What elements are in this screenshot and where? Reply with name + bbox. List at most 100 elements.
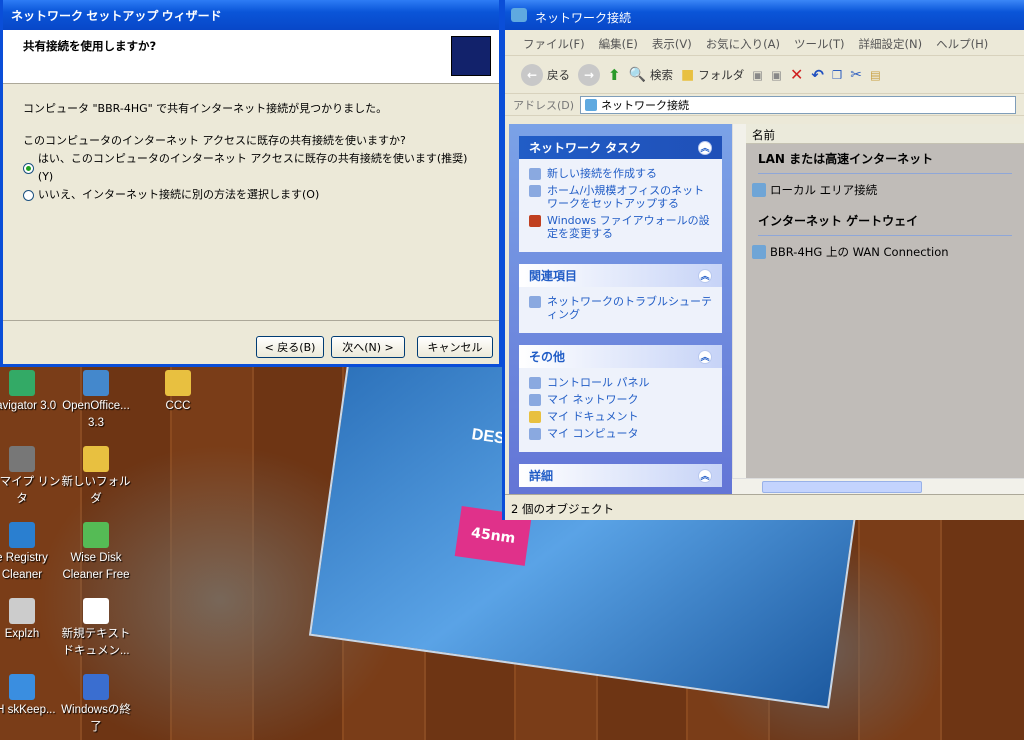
column-header-name[interactable]: 名前	[746, 124, 1024, 144]
menu-favorites[interactable]: お気に入り(A)	[706, 36, 780, 51]
menu-bar: ファイル(F) 編集(E) 表示(V) お気に入り(A) ツール(T) 詳細設定…	[505, 30, 1024, 56]
related-troubleshooting[interactable]: ネットワークのトラブルシューティング	[529, 295, 712, 321]
home-network-icon	[529, 185, 541, 197]
other-control-panel[interactable]: コントロール パネル	[529, 376, 712, 389]
network-tasks-header[interactable]: ネットワーク タスク ︽	[519, 136, 722, 159]
wizard-heading: 共有接続を使用しますか?	[23, 39, 157, 53]
address-bar: アドレス(D) ネットワーク接続	[505, 94, 1024, 116]
folders-button[interactable]: ■ フォルダ	[681, 67, 744, 83]
found-connection-text: コンピュータ "BBR-4HG" で共有インターネット接続が見つかりました。	[23, 102, 388, 115]
forward-toolbar-button[interactable]: →	[578, 63, 600, 86]
menu-help[interactable]: ヘルプ(H)	[936, 36, 988, 51]
undo-icon: ↶	[811, 65, 824, 84]
scrollbar-thumb[interactable]	[762, 481, 922, 493]
group-lan: LAN または高速インターネット	[758, 152, 934, 166]
search-button[interactable]: 🔍 検索	[629, 67, 673, 83]
cancel-button[interactable]: キャンセル	[417, 336, 493, 358]
up-arrow-icon: ⬆	[608, 65, 621, 84]
task-create-connection[interactable]: 新しい接続を作成する	[529, 167, 712, 180]
collapse-chevron-icon[interactable]: ︽	[698, 140, 712, 155]
network-wizard-icon	[451, 36, 491, 76]
cut-button[interactable]: ✂	[850, 67, 862, 83]
expand-chevron-icon[interactable]: ︽	[698, 468, 712, 483]
lan-connection-icon	[752, 183, 766, 197]
option-yes-radio[interactable]: はい、このコンピュータのインターネット アクセスに既存の共有接続を使います(推奨…	[23, 150, 479, 186]
paste-button[interactable]: ▤	[870, 68, 881, 82]
my-network-icon	[529, 394, 541, 406]
other-my-documents[interactable]: マイ ドキュメント	[529, 410, 712, 423]
option-no-radio[interactable]: いいえ、インターネット接続に別の方法を選択します(O)	[23, 186, 479, 204]
network-connections-icon	[511, 8, 527, 22]
up-folder-button[interactable]: ⬆	[608, 66, 621, 84]
menu-view[interactable]: 表示(V)	[652, 36, 692, 51]
my-computer-icon	[529, 428, 541, 440]
desktop-icon-explzh[interactable]: Explzh	[0, 598, 62, 643]
connection-local-area[interactable]: ローカル エリア接続	[746, 174, 1024, 206]
other-my-computer[interactable]: マイ コンピュータ	[529, 427, 712, 440]
connection-wan[interactable]: BBR-4HG 上の WAN Connection	[746, 236, 1024, 268]
desktop-icon-printer[interactable]: on マイプ リンタ	[0, 446, 62, 508]
other-places-header[interactable]: その他 ︽	[519, 345, 722, 368]
toolbar: ← 戻る → ⬆ 🔍 検索 ■ フォルダ ▣ ▣ ✕ ↶ ❐ ✂ ▤	[505, 56, 1024, 94]
desktop-icon-registry-cleaner[interactable]: e Registry Cleaner	[0, 522, 62, 584]
group-gateway: インターネット ゲートウェイ	[758, 214, 919, 228]
details-header[interactable]: 詳細 ︽	[519, 464, 722, 487]
status-bar: 2 個のオブジェクト	[505, 494, 1024, 520]
folder-icon: ■	[681, 66, 695, 83]
related-topics-panel: 関連項目 ︽ ネットワークのトラブルシューティング	[519, 264, 722, 333]
explorer-title-bar[interactable]: ネットワーク接続	[505, 0, 1024, 30]
delete-button[interactable]: ✕	[790, 65, 803, 84]
radio-dot-icon[interactable]	[23, 189, 34, 201]
task-firewall-settings[interactable]: Windows ファイアウォールの設定を変更する	[529, 214, 712, 240]
search-icon: 🔍	[628, 66, 647, 83]
task-setup-home-network[interactable]: ホーム/小規模オフィスのネットワークをセットアップする	[529, 184, 712, 210]
menu-edit[interactable]: 編集(E)	[599, 36, 638, 51]
gateway-connection-icon	[752, 245, 766, 259]
network-tasks-panel: ネットワーク タスク ︽ 新しい接続を作成する ホーム/小規模オフィスのネットワー…	[519, 136, 722, 252]
copy-to-button[interactable]: ▣	[771, 68, 782, 82]
back-arrow-icon: ←	[521, 63, 543, 86]
new-connection-icon	[529, 168, 541, 180]
forward-arrow-icon: →	[578, 63, 600, 86]
next-button[interactable]: 次へ(N) >	[331, 336, 405, 358]
copy-icon: ❐	[831, 67, 843, 82]
menu-file[interactable]: ファイル(F)	[523, 36, 585, 51]
wizard-body: コンピュータ "BBR-4HG" で共有インターネット接続が見つかりました。 こ…	[3, 84, 499, 220]
desktop-icon-openoffice[interactable]: OpenOffice... 3.3	[56, 370, 136, 432]
menu-advanced[interactable]: 詳細設定(N)	[859, 36, 923, 51]
related-topics-header[interactable]: 関連項目 ︽	[519, 264, 722, 287]
copy-button[interactable]: ❐	[832, 68, 842, 82]
network-connections-small-icon	[585, 98, 598, 111]
scissors-icon: ✂	[850, 66, 863, 83]
address-label: アドレス(D)	[513, 98, 575, 112]
task-pane: ネットワーク タスク ︽ 新しい接続を作成する ホーム/小規模オフィスのネットワー…	[509, 124, 732, 494]
control-panel-icon	[529, 377, 541, 389]
delete-x-icon: ✕	[790, 65, 804, 84]
menu-tools[interactable]: ツール(T)	[794, 36, 845, 51]
back-toolbar-button[interactable]: ← 戻る	[521, 63, 570, 86]
collapse-chevron-icon[interactable]: ︽	[698, 349, 712, 364]
collapse-chevron-icon[interactable]: ︽	[698, 268, 712, 283]
undo-button[interactable]: ↶	[811, 66, 824, 84]
wizard-title-bar[interactable]: ネットワーク セットアップ ウィザード	[3, 0, 499, 30]
list-horizontal-scrollbar[interactable]	[732, 478, 1024, 494]
desktop-icon-windows-shutdown[interactable]: Windowsの終 了	[56, 674, 136, 736]
address-field[interactable]: ネットワーク接続	[580, 95, 1016, 114]
back-button[interactable]: < 戻る(B)	[256, 336, 324, 358]
desktop-icon-new-text-document[interactable]: 新規テキスト ドキュメン...	[56, 598, 136, 660]
firewall-icon	[529, 215, 541, 227]
move-to-icon: ▣	[752, 67, 764, 82]
move-to-button[interactable]: ▣	[752, 68, 763, 82]
radio-dot-selected-icon[interactable]	[23, 162, 34, 174]
desktop-icon-wise-disk-cleaner[interactable]: Wise Disk Cleaner Free	[56, 522, 136, 584]
desktop-icon-ccc[interactable]: CCC	[138, 370, 218, 415]
other-my-network[interactable]: マイ ネットワーク	[529, 393, 712, 406]
network-connections-window: ネットワーク接続 ファイル(F) 編集(E) 表示(V) お気に入り(A) ツー…	[502, 0, 1024, 520]
other-places-panel: その他 ︽ コントロール パネル マイ ネットワーク マイ ドキュメント マイ コ…	[519, 345, 722, 452]
desktop-icon-kh-diskkeeper[interactable]: KH skKeep...	[0, 674, 62, 719]
question-text: このコンピュータのインターネット アクセスに既存の共有接続を使いますか?	[23, 134, 406, 147]
desktop-icon-navigator[interactable]: Navigator 3.0	[0, 370, 62, 415]
desktop-icon-new-folder[interactable]: 新しいフォル ダ	[56, 446, 136, 508]
task-pane-scrollbar[interactable]	[732, 124, 746, 494]
connections-list: 名前 LAN または高速インターネット ローカル エリア接続 インターネット ゲ…	[746, 124, 1024, 494]
